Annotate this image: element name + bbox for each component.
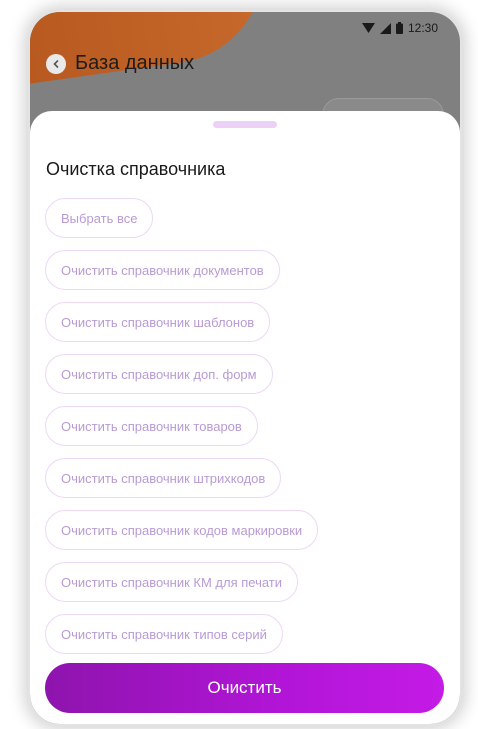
clear-marking-codes-chip[interactable]: Очистить справочник кодов маркировки [45,510,319,550]
select-all-chip[interactable]: Выбрать все [45,198,154,238]
chevron-left-icon [52,55,60,73]
clear-barcodes-chip[interactable]: Очистить справочник штрихкодов [45,458,282,498]
status-bar: 12:30 [361,21,438,35]
status-time: 12:30 [407,21,438,35]
phone-screen: 12:30 База данных Очистка справочника Вы… [30,12,460,724]
page-title: База данных [75,52,195,74]
sheet-drag-handle[interactable] [213,121,277,128]
sheet-title: Очистка справочника [46,159,226,179]
clear-button[interactable]: Очистить [45,663,444,713]
clear-documents-chip[interactable]: Очистить справочник документов [45,250,280,290]
wifi-icon [361,23,375,33]
clear-templates-chip[interactable]: Очистить справочник шаблонов [45,302,271,342]
clear-products-chip[interactable]: Очистить справочник товаров [45,406,258,446]
signal-icon [379,22,391,34]
battery-icon [395,22,403,34]
clear-print-km-chip[interactable]: Очистить справочник КМ для печати [45,562,299,602]
option-list: Выбрать все Очистить справочник документ… [45,198,319,666]
screenshot-stage: 12:30 База данных Очистка справочника Вы… [0,0,478,729]
back-button[interactable] [46,53,66,74]
clear-extra-forms-chip[interactable]: Очистить справочник доп. форм [45,354,273,394]
app-header: База данных [46,52,194,75]
bottom-sheet: Очистка справочника Выбрать все Очистить… [30,111,460,724]
clear-series-types-chip[interactable]: Очистить справочник типов серий [45,614,283,654]
